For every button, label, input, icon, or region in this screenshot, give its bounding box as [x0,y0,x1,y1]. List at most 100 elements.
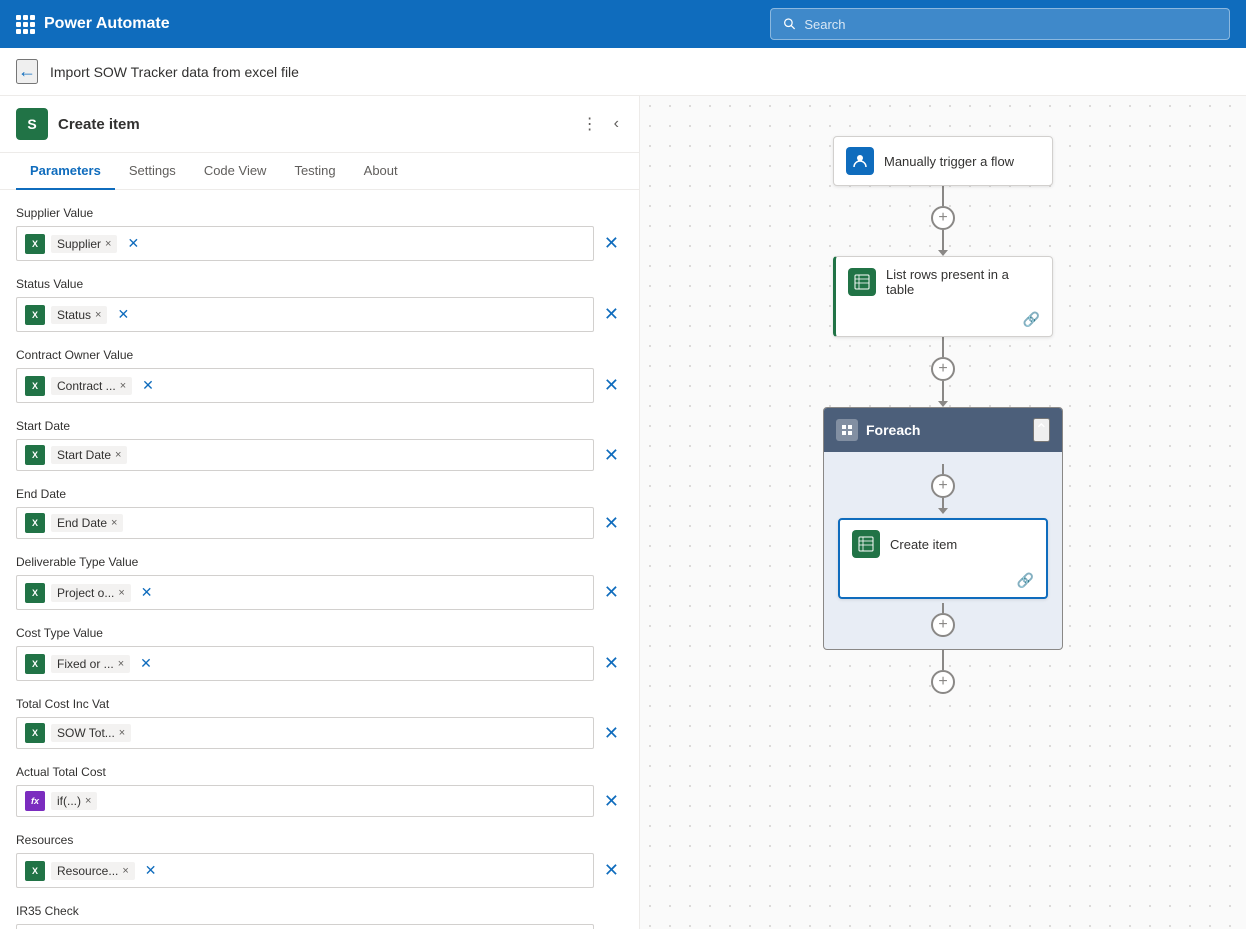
field-row-actual-cost: fx if(...) × ✕ [16,785,623,817]
foreach-end-add-button[interactable]: + [931,613,955,637]
input-deliverable-type[interactable]: X Project o... × ✕ [16,575,594,610]
clear-cost-type-button[interactable]: ✕ [136,651,156,676]
foreach-add-step-button[interactable]: + [931,474,955,498]
chip-remove-actual-cost[interactable]: × [85,795,91,807]
add-final-step-button[interactable]: + [931,670,955,694]
more-options-button[interactable]: ⋮ [578,110,602,138]
chip-status: Status × [51,306,107,324]
remove-supplier-button[interactable]: ✕ [600,229,623,258]
chip-remove-cost-type[interactable]: × [118,658,124,670]
input-actual-cost[interactable]: fx if(...) × [16,785,594,817]
connector-2: + [931,337,955,407]
field-row-contract: X Contract ... × ✕ ✕ [16,368,623,403]
label-end-date: End Date [16,487,623,501]
remove-deliverable-button[interactable]: ✕ [600,578,623,607]
input-start-date[interactable]: X Start Date × [16,439,594,471]
input-resources[interactable]: X Resource... × ✕ [16,853,594,888]
input-contract-owner[interactable]: X Contract ... × ✕ [16,368,594,403]
field-row-status: X Status × ✕ ✕ [16,297,623,332]
chip-start-date: Start Date × [51,446,127,464]
excel-icon-start-date: X [25,445,45,465]
chip-resources: Resource... × [51,862,135,880]
input-end-date[interactable]: X End Date × [16,507,594,539]
trigger-node-label: Manually trigger a flow [884,154,1040,169]
clear-contract-button[interactable]: ✕ [138,373,158,398]
remove-resources-button[interactable]: ✕ [600,856,623,885]
excel-icon-contract: X [25,376,45,396]
foreach-collapse-button[interactable]: ⌃ [1033,418,1050,442]
clear-supplier-button[interactable]: ✕ [123,231,143,256]
form-content: Supplier Value X Supplier × ✕ ✕ Status V… [0,190,639,929]
add-step-2-button[interactable]: + [931,357,955,381]
tab-testing[interactable]: Testing [280,153,349,190]
label-actual-total-cost: Actual Total Cost [16,765,623,779]
label-start-date: Start Date [16,419,623,433]
tab-settings[interactable]: Settings [115,153,190,190]
panel-icon: S [16,108,48,140]
chip-total-cost: SOW Tot... × [51,724,131,742]
remove-actual-cost-button[interactable]: ✕ [600,787,623,816]
input-total-cost[interactable]: X SOW Tot... × [16,717,594,749]
chip-deliverable: Project o... × [51,584,131,602]
clear-deliverable-button[interactable]: ✕ [137,580,157,605]
flow-canvas-container: Manually trigger a flow + [640,96,1246,929]
chip-remove-start-date[interactable]: × [115,449,121,461]
chip-remove-deliverable[interactable]: × [118,587,124,599]
excel-icon-cost-type: X [25,654,45,674]
field-end-date: End Date X End Date × ✕ [16,487,623,539]
field-actual-total-cost: Actual Total Cost fx if(...) × ✕ [16,765,623,817]
input-cost-type[interactable]: X Fixed or ... × ✕ [16,646,594,681]
chip-remove-supplier[interactable]: × [105,238,111,250]
add-step-1-button[interactable]: + [931,206,955,230]
chip-remove-status[interactable]: × [95,309,101,321]
trigger-node-icon [846,147,874,175]
search-input[interactable] [804,17,1217,32]
chip-end-date: End Date × [51,514,123,532]
node-trigger[interactable]: Manually trigger a flow [833,136,1053,186]
tab-code-view[interactable]: Code View [190,153,281,190]
app-title: Power Automate [44,15,170,33]
remove-end-date-button[interactable]: ✕ [600,509,623,538]
panel-header: S Create item ⋮ ‹ [0,96,639,153]
input-status[interactable]: X Status × ✕ [16,297,594,332]
field-cost-type: Cost Type Value X Fixed or ... × ✕ ✕ [16,626,623,681]
list-rows-link-icon: 🔗 [1023,311,1040,328]
field-status-value: Status Value X Status × ✕ ✕ [16,277,623,332]
remove-start-date-button[interactable]: ✕ [600,441,623,470]
remove-total-cost-button[interactable]: ✕ [600,719,623,748]
label-deliverable-type: Deliverable Type Value [16,555,623,569]
foreach-label: Foreach [866,422,920,438]
clear-resources-button[interactable]: ✕ [141,858,161,883]
field-supplier-value: Supplier Value X Supplier × ✕ ✕ [16,206,623,261]
create-item-node-label: Create item [890,537,1034,552]
tab-parameters[interactable]: Parameters [16,153,115,190]
chip-remove-resources[interactable]: × [122,865,128,877]
create-item-node-icon [852,530,880,558]
waffle-icon[interactable] [16,15,34,34]
tab-about[interactable]: About [350,153,412,190]
clear-status-button[interactable]: ✕ [113,302,133,327]
chip-remove-end-date[interactable]: × [111,517,117,529]
node-list-rows[interactable]: List rows present in a table 🔗 [833,256,1053,337]
field-deliverable-type: Deliverable Type Value X Project o... × … [16,555,623,610]
back-button[interactable]: ← [16,59,38,84]
remove-cost-type-button[interactable]: ✕ [600,649,623,678]
chip-remove-contract[interactable]: × [120,380,126,392]
node-create-item[interactable]: Create item 🔗 [838,518,1048,599]
excel-icon-deliverable: X [25,583,45,603]
search-bar[interactable] [770,8,1230,40]
chip-remove-total-cost[interactable]: × [119,727,125,739]
label-contract-owner: Contract Owner Value [16,348,623,362]
input-supplier[interactable]: X Supplier × ✕ [16,226,594,261]
label-supplier-value: Supplier Value [16,206,623,220]
remove-contract-button[interactable]: ✕ [600,371,623,400]
close-panel-button[interactable]: ‹ [610,111,623,137]
remove-status-button[interactable]: ✕ [600,300,623,329]
list-rows-node-icon [848,268,876,296]
foreach-header: Foreach ⌃ [824,408,1062,452]
input-ir35[interactable]: X IR35 Che... × ✕ [16,924,594,929]
field-total-cost: Total Cost Inc Vat X SOW Tot... × ✕ [16,697,623,749]
top-navigation: Power Automate [0,0,1246,48]
field-contract-owner-value: Contract Owner Value X Contract ... × ✕ … [16,348,623,403]
foreach-body: + [824,452,1062,649]
